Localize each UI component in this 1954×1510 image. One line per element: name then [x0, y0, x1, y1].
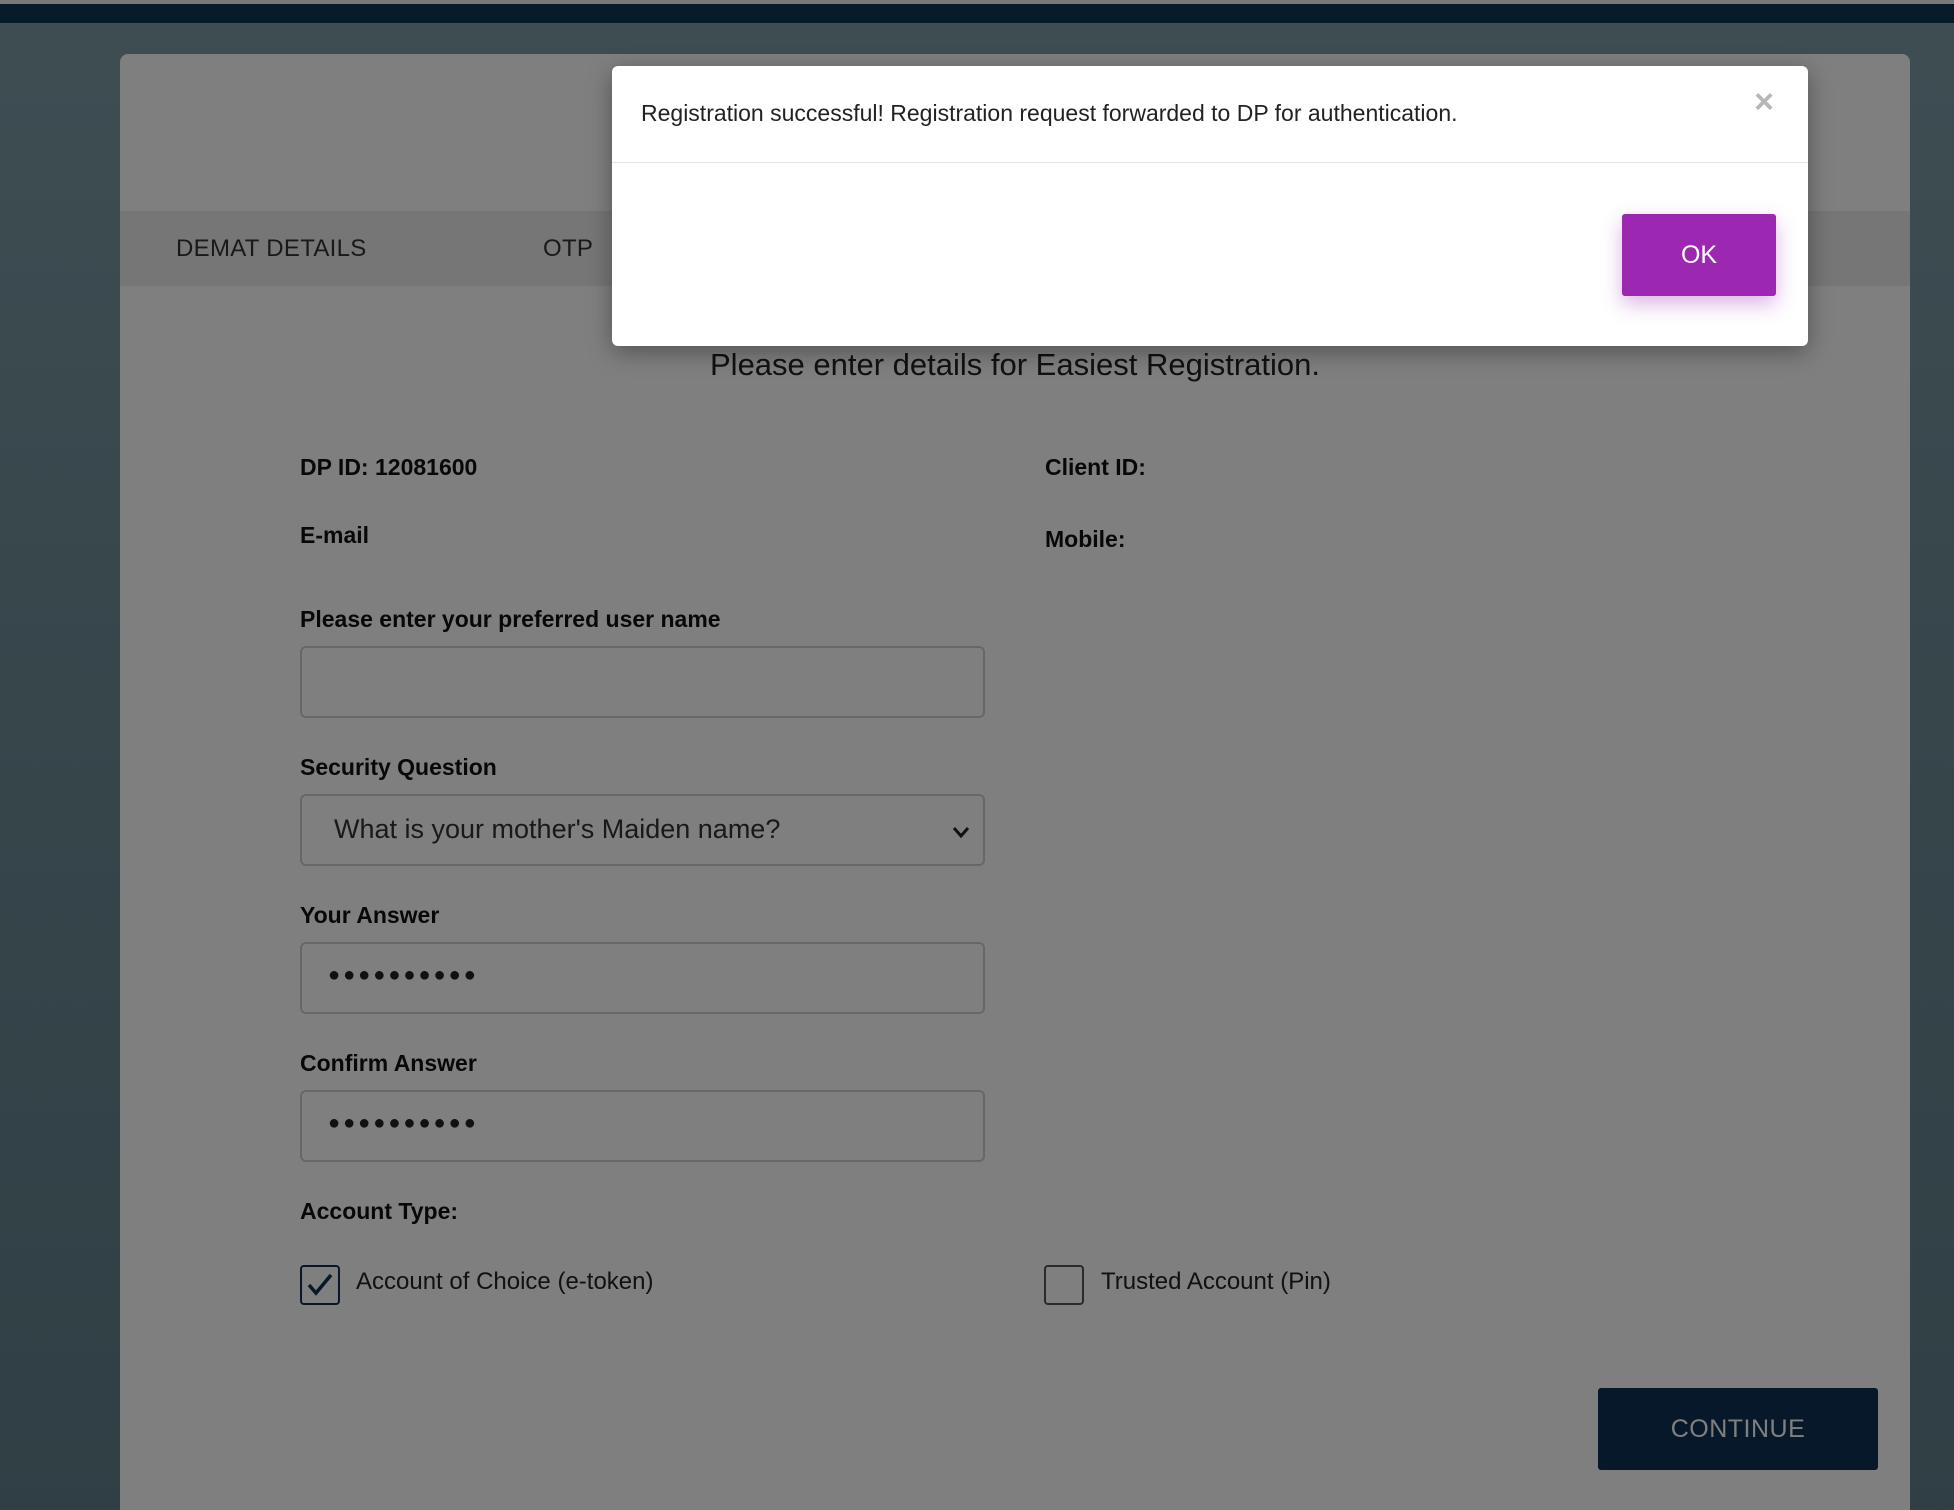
- close-icon[interactable]: ×: [1748, 85, 1780, 119]
- ok-button[interactable]: OK: [1622, 214, 1776, 296]
- dialog-header: Registration successful! Registration re…: [612, 66, 1808, 163]
- dialog-message: Registration successful! Registration re…: [641, 100, 1458, 126]
- success-dialog: Registration successful! Registration re…: [612, 66, 1808, 346]
